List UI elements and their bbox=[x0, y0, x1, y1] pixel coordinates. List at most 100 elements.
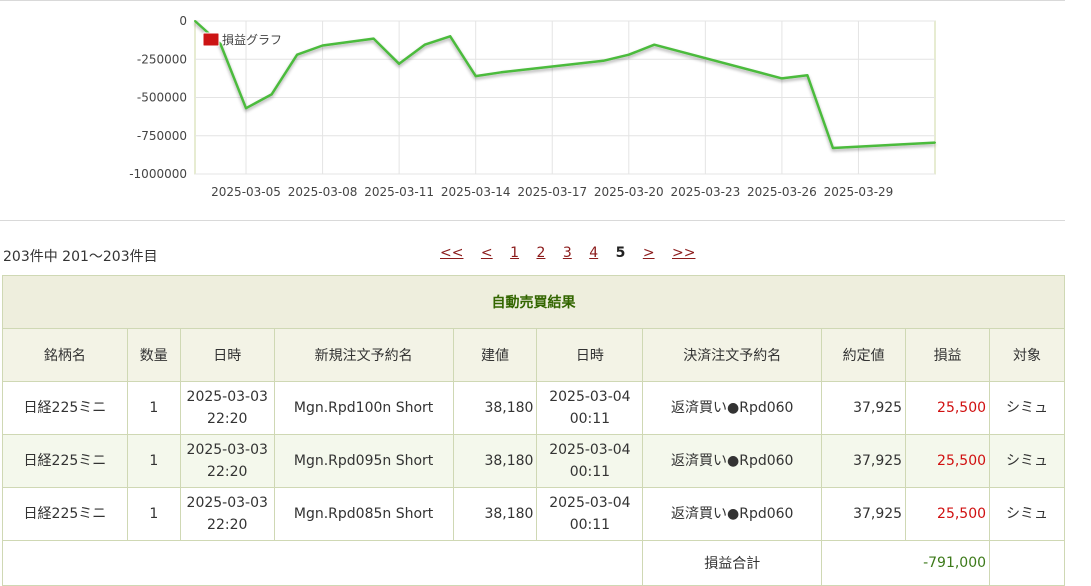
pager-prev-link[interactable]: < bbox=[481, 245, 493, 261]
close-date: 2025-03-04 bbox=[549, 495, 631, 511]
data-point bbox=[934, 141, 936, 144]
data-point bbox=[806, 74, 809, 77]
cell-close-order: 返済買い●Rpd060 bbox=[642, 434, 823, 488]
pager-page-3[interactable]: 3 bbox=[563, 245, 572, 261]
cell-exec-price: 37,925 bbox=[821, 381, 907, 435]
pnl-line-chart: 0 -250000 -500000 -750000 -1000000 2025-03-05… bbox=[129, 14, 936, 199]
data-point bbox=[449, 35, 452, 38]
open-date: 2025-03-03 bbox=[186, 495, 268, 511]
pager-page-4[interactable]: 4 bbox=[589, 245, 598, 261]
table-caption-row: 自動売買結果 bbox=[2, 275, 1065, 329]
pager-next-link[interactable]: > bbox=[643, 245, 655, 261]
data-point bbox=[423, 43, 426, 46]
data-point bbox=[474, 75, 477, 78]
x-tick-label: 2025-03-29 bbox=[824, 185, 894, 199]
cell-entry-price: 38,180 bbox=[452, 434, 538, 488]
data-point bbox=[270, 93, 273, 96]
open-time: 22:20 bbox=[207, 517, 248, 533]
pager-page-2[interactable]: 2 bbox=[536, 245, 545, 261]
cell-target: シミュ bbox=[989, 434, 1065, 488]
x-tick-label: 2025-03-05 bbox=[211, 185, 281, 199]
cell-close-datetime: 2025-03-04 00:11 bbox=[536, 381, 644, 435]
result-count: 203件中 201～203件目 bbox=[3, 249, 158, 265]
data-point bbox=[372, 37, 375, 40]
cell-symbol: 日経225ミニ bbox=[2, 487, 128, 541]
y-tick-label: -250000 bbox=[137, 52, 187, 66]
cell-open-order: Mgn.Rpd100n Short bbox=[273, 381, 454, 435]
section-divider bbox=[0, 220, 1065, 221]
header-target: 対象 bbox=[989, 328, 1065, 382]
pager-current-page: 5 bbox=[615, 245, 626, 261]
x-tick-label: 2025-03-20 bbox=[594, 185, 664, 199]
cell-quantity: 1 bbox=[126, 381, 181, 435]
x-tick-label: 2025-03-08 bbox=[288, 185, 358, 199]
data-point bbox=[398, 62, 401, 65]
cell-open-datetime: 2025-03-03 22:20 bbox=[179, 434, 275, 488]
table-total-row: 損益合計 -791,000 bbox=[1, 540, 1065, 586]
cell-close-datetime: 2025-03-04 00:11 bbox=[536, 487, 644, 541]
x-tick-label: 2025-03-23 bbox=[670, 185, 740, 199]
x-tick-label: 2025-03-14 bbox=[441, 185, 511, 199]
cell-quantity: 1 bbox=[126, 487, 181, 541]
close-date: 2025-03-04 bbox=[549, 442, 631, 458]
pagination: << < 1 2 3 4 5 > >> bbox=[440, 245, 708, 261]
cell-symbol: 日経225ミニ bbox=[2, 381, 128, 435]
cell-close-order: 返済買い●Rpd060 bbox=[642, 487, 823, 541]
cell-open-datetime: 2025-03-03 22:20 bbox=[179, 487, 275, 541]
header-close-datetime: 日時 bbox=[536, 328, 644, 382]
y-tick-label: -1000000 bbox=[129, 167, 187, 181]
data-point bbox=[627, 53, 630, 56]
legend-swatch bbox=[202, 32, 220, 47]
data-point bbox=[245, 107, 248, 110]
open-date: 2025-03-03 bbox=[186, 442, 268, 458]
chart-legend: 損益グラフ bbox=[202, 32, 282, 47]
cell-open-order: Mgn.Rpd085n Short bbox=[273, 487, 454, 541]
header-open-datetime: 日時 bbox=[179, 328, 275, 382]
header-close-order: 決済注文予約名 bbox=[642, 328, 823, 382]
cell-exec-price: 37,925 bbox=[821, 487, 907, 541]
total-value: -791,000 bbox=[821, 540, 991, 586]
x-tick-label: 2025-03-17 bbox=[517, 185, 587, 199]
cell-open-datetime: 2025-03-03 22:20 bbox=[179, 381, 275, 435]
data-point bbox=[321, 44, 324, 47]
close-time: 00:11 bbox=[569, 517, 611, 533]
data-point bbox=[653, 43, 656, 46]
data-point bbox=[602, 59, 605, 62]
y-tick-label: 0 bbox=[179, 14, 187, 28]
data-point bbox=[194, 20, 196, 22]
y-tick-label: -750000 bbox=[137, 129, 187, 143]
header-entry-price: 建値 bbox=[452, 328, 538, 382]
data-point bbox=[500, 71, 503, 74]
table-header-row: 銘柄名 数量 日時 新規注文予約名 建値 日時 決済注文予約名 約定値 損益 対… bbox=[2, 328, 1065, 382]
pager-last-link[interactable]: >> bbox=[672, 245, 695, 261]
cell-symbol: 日経225ミニ bbox=[2, 434, 128, 488]
pager-first-link[interactable]: << bbox=[440, 245, 463, 261]
table-row: 日経225ミニ 1 2025-03-03 22:20 Mgn.Rpd085n Sh… bbox=[2, 487, 1065, 541]
table-caption: 自動売買結果 bbox=[2, 275, 1065, 329]
data-point bbox=[780, 77, 783, 80]
total-spacer bbox=[1, 540, 644, 586]
data-point bbox=[831, 146, 834, 149]
table-row: 日経225ミニ 1 2025-03-03 22:20 Mgn.Rpd100n Sh… bbox=[2, 381, 1065, 435]
pager-page-1[interactable]: 1 bbox=[510, 245, 519, 261]
cell-target: シミュ bbox=[989, 381, 1065, 435]
cell-profit-loss: 25,500 bbox=[905, 381, 991, 435]
cell-profit-loss: 25,500 bbox=[905, 434, 991, 488]
chart-grid bbox=[194, 20, 936, 175]
close-date: 2025-03-04 bbox=[549, 389, 631, 405]
header-symbol: 銘柄名 bbox=[2, 328, 128, 382]
close-time: 00:11 bbox=[569, 411, 611, 427]
open-date: 2025-03-03 bbox=[186, 389, 268, 405]
open-time: 22:20 bbox=[207, 411, 248, 427]
header-exec-price: 約定値 bbox=[821, 328, 907, 382]
x-tick-label: 2025-03-11 bbox=[364, 185, 434, 199]
cell-close-datetime: 2025-03-04 00:11 bbox=[536, 434, 644, 488]
close-time: 00:11 bbox=[569, 464, 611, 480]
cell-quantity: 1 bbox=[126, 434, 181, 488]
cell-close-order: 返済買い●Rpd060 bbox=[642, 381, 823, 435]
x-tick-label: 2025-03-26 bbox=[747, 185, 817, 199]
cell-profit-loss: 25,500 bbox=[905, 487, 991, 541]
legend-label: 損益グラフ bbox=[222, 32, 282, 47]
header-profit-loss: 損益 bbox=[905, 328, 991, 382]
y-tick-label: -500000 bbox=[137, 91, 187, 105]
